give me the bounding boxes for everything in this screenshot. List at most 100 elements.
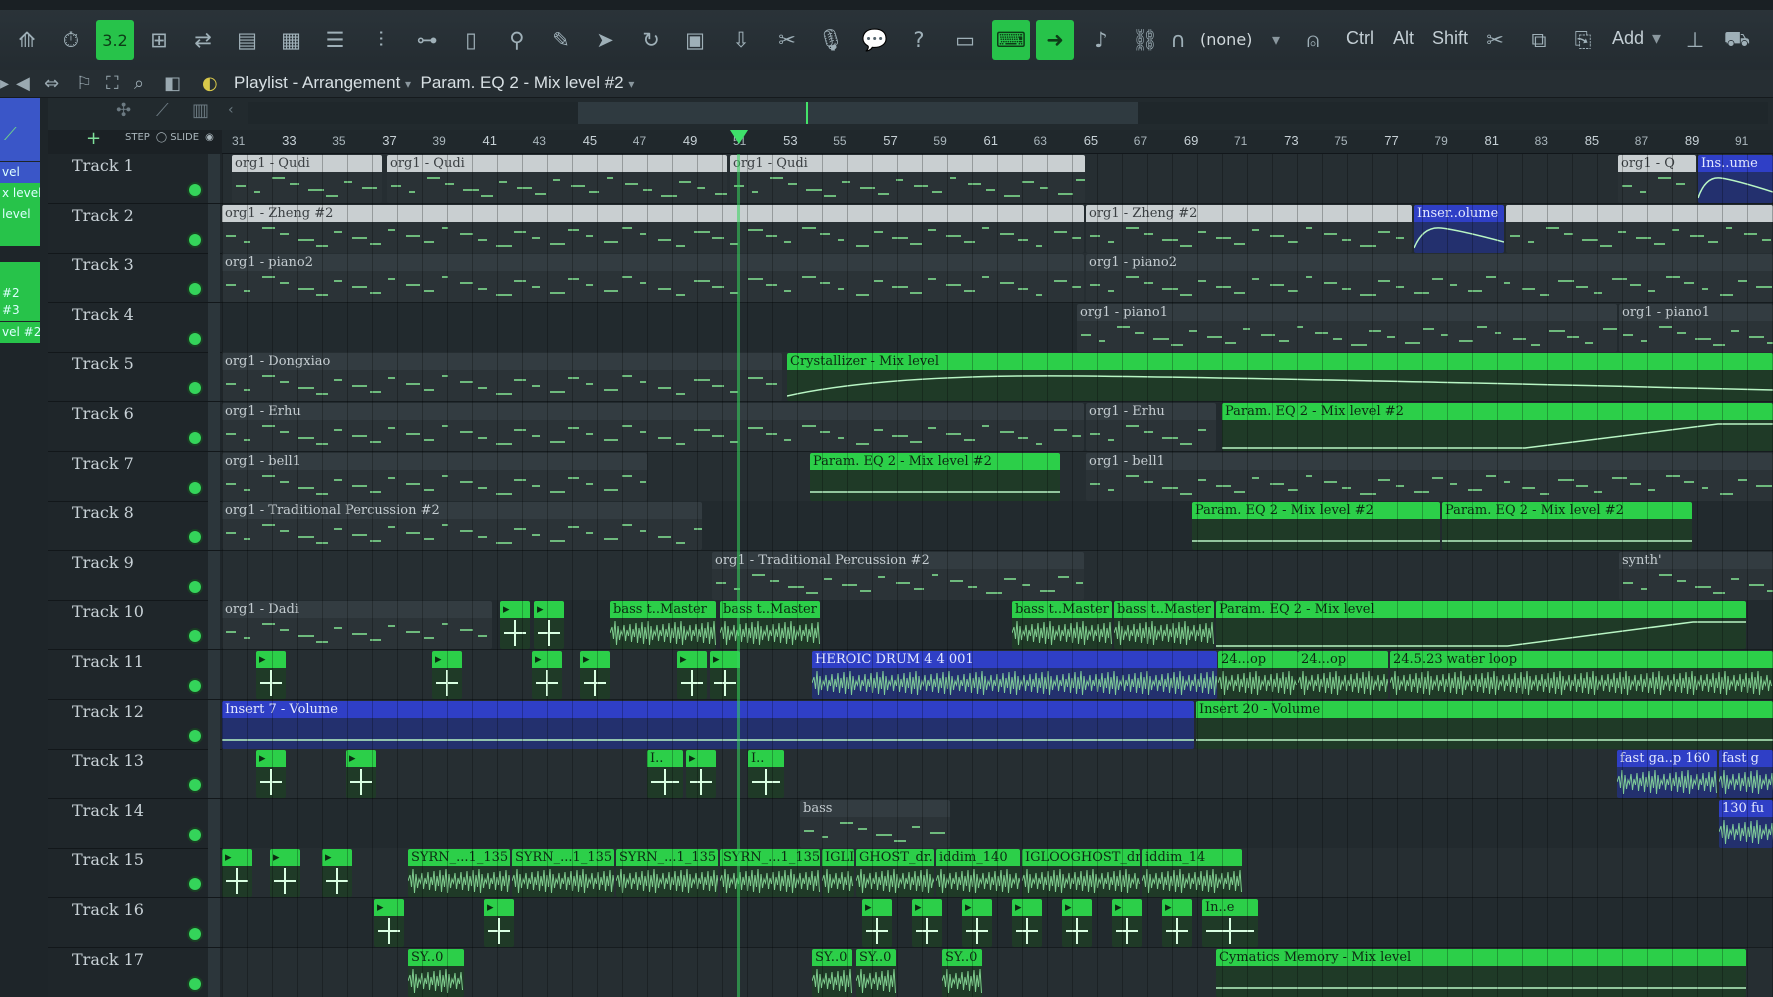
automation-clip[interactable]: bass t..Master — [720, 601, 820, 650]
render-icon[interactable]: ⇩ — [722, 20, 760, 60]
add-track-icon[interactable]: + — [86, 128, 101, 149]
step-edit-icon[interactable]: ⊞ — [140, 20, 178, 60]
track-mute-led[interactable] — [189, 283, 201, 296]
track-header[interactable]: Track 5 — [48, 352, 222, 403]
automation-clip[interactable]: I.. — [647, 750, 683, 799]
track-header[interactable]: Track 13 — [48, 749, 222, 800]
automation-clip[interactable]: SYRN_...1_135 — [512, 849, 614, 898]
pin-icon[interactable]: ⊥ — [1676, 20, 1714, 60]
track-mute-led[interactable] — [189, 233, 201, 246]
picker-item[interactable] — [0, 262, 40, 283]
step-slide-toggle[interactable]: STEP ◯ SLIDE ◉ — [125, 132, 214, 143]
overview-thumb[interactable] — [578, 102, 1138, 124]
automation-clip[interactable]: I.. — [748, 750, 784, 799]
track-mute-led[interactable] — [189, 432, 201, 444]
sample-clip[interactable]: ▸ — [484, 899, 514, 947]
track-grip[interactable] — [208, 352, 220, 402]
automation-clip[interactable]: iddim_140 — [936, 849, 1020, 898]
sample-clip[interactable]: ▸ — [270, 849, 300, 898]
automation-clip[interactable]: 24...op — [1298, 651, 1388, 699]
scroll-left-icon[interactable]: ‹ — [228, 102, 234, 118]
pattern-clip[interactable]: org1 - bell1 — [1086, 452, 1773, 501]
track-mute-led[interactable] — [189, 878, 201, 891]
pattern-clip[interactable]: org1 - piano2 — [1086, 254, 1773, 303]
sample-clip[interactable]: ▸ — [862, 899, 892, 947]
curve-icon[interactable]: ⟋ — [156, 100, 169, 121]
track-grip[interactable] — [208, 451, 220, 501]
file-icon[interactable]: ▯ — [452, 20, 490, 60]
track-mute-led[interactable] — [189, 779, 201, 792]
picker-item[interactable]: x level — [0, 183, 40, 204]
wait-for-input-icon[interactable]: ⏱ — [52, 20, 90, 60]
bars-icon[interactable]: ▥ — [192, 100, 209, 121]
pattern-clip[interactable]: org1 - Zheng #2 — [1086, 204, 1412, 253]
pattern-clip[interactable]: org1 - Qudi — [730, 155, 1085, 203]
track-header[interactable]: Track 9 — [48, 550, 222, 601]
track-grip[interactable] — [208, 253, 220, 303]
pattern-clip[interactable]: org1 - Q — [1618, 155, 1696, 203]
track-header[interactable]: Track 15 — [48, 848, 222, 899]
automation-clip[interactable]: Cymatics Memory - Mix level — [1216, 948, 1746, 997]
cut-tool-icon[interactable]: ✂ — [768, 20, 806, 60]
track-grip[interactable] — [208, 302, 220, 352]
automation-clip[interactable]: SY..0 — [408, 948, 464, 997]
select-icon[interactable]: ⚐ — [76, 73, 92, 94]
track-header[interactable]: Track 11 — [48, 650, 222, 700]
sample-clip[interactable]: ▸ — [1062, 899, 1092, 947]
piano-roll-icon[interactable]: ▦ — [272, 20, 310, 60]
track-grip[interactable] — [208, 402, 220, 451]
track-grip[interactable] — [208, 550, 220, 600]
track-mute-led[interactable] — [189, 828, 201, 841]
sample-clip[interactable]: ▸ — [534, 601, 564, 650]
picker-item[interactable]: vel — [0, 162, 40, 183]
loop-record-icon[interactable]: ⇄ — [184, 20, 222, 60]
bell-icon[interactable]: ⍝ — [1294, 20, 1332, 60]
track-mute-led[interactable] — [189, 630, 201, 643]
channel-rack-icon[interactable]: ☰ — [316, 20, 354, 60]
track-header[interactable]: Track 14 — [48, 798, 222, 849]
forward-arrow-icon[interactable]: ➜ — [1036, 20, 1074, 60]
mute-icon[interactable]: ◀ — [16, 73, 30, 94]
pattern-clip[interactable]: org1 - piano1 — [1619, 303, 1773, 352]
sample-clip[interactable]: ▸ — [677, 651, 707, 699]
cart-icon[interactable]: ⛟ — [1718, 20, 1756, 60]
track-mute-led[interactable] — [189, 680, 201, 692]
automation-clip[interactable]: 130 fu — [1719, 799, 1773, 848]
track-header[interactable]: Track 17 — [48, 947, 222, 997]
track-grip[interactable] — [208, 600, 220, 650]
help-icon[interactable]: ? — [900, 20, 938, 60]
microphone-icon[interactable]: 🎙 — [812, 20, 850, 60]
alt-key-button[interactable]: Alt — [1393, 28, 1414, 49]
track-grip[interactable] — [208, 154, 220, 203]
none-select[interactable]: (none) ▾ — [1196, 25, 1284, 55]
track-header[interactable]: Track 8 — [48, 501, 222, 552]
stretch-icon[interactable]: ⇔ — [44, 73, 59, 94]
track-header[interactable]: Track 3 — [48, 253, 222, 304]
sample-clip[interactable]: ▸ — [500, 601, 530, 650]
track-grip[interactable] — [208, 699, 220, 749]
automation-clip[interactable]: Ins..ume — [1698, 155, 1773, 203]
link-icon[interactable]: ⛓ — [1126, 20, 1164, 60]
add-button[interactable]: Add — [1612, 28, 1644, 49]
automation-clip[interactable]: SY..0 — [812, 948, 852, 997]
track-grip[interactable] — [208, 650, 220, 699]
track-grip[interactable] — [208, 501, 220, 551]
automation-clip[interactable]: iddim_14 — [1142, 849, 1242, 898]
track-header[interactable]: Track 10 — [48, 600, 222, 651]
automation-clip[interactable]: Param. EQ 2 - Mix level #2 — [1442, 502, 1692, 551]
sample-clip[interactable]: ▸ — [962, 899, 992, 947]
automation-clip[interactable]: Param. EQ 2 - Mix level #2 — [1192, 502, 1440, 551]
sample-clip[interactable]: ▸ — [256, 651, 286, 699]
pattern-clip[interactable]: org1 - Dadi — [222, 601, 492, 650]
playlist-icon[interactable]: ▤ — [228, 20, 266, 60]
comment-icon[interactable]: 💬 — [856, 20, 894, 60]
pattern-clip[interactable]: synth' — [1619, 551, 1773, 600]
automation-clip[interactable]: IGLI — [822, 849, 854, 898]
track-header[interactable]: Track 4 — [48, 302, 222, 353]
track-mute-led[interactable] — [189, 580, 201, 593]
sample-clip[interactable]: ▸ — [256, 750, 286, 799]
pattern-clip[interactable]: org1 - Qudi — [387, 155, 727, 203]
track-mute-led[interactable] — [189, 184, 201, 196]
pattern-clip[interactable]: org1 - Dongxiao — [222, 353, 782, 402]
automation-clip[interactable]: 24...op — [1218, 651, 1298, 699]
